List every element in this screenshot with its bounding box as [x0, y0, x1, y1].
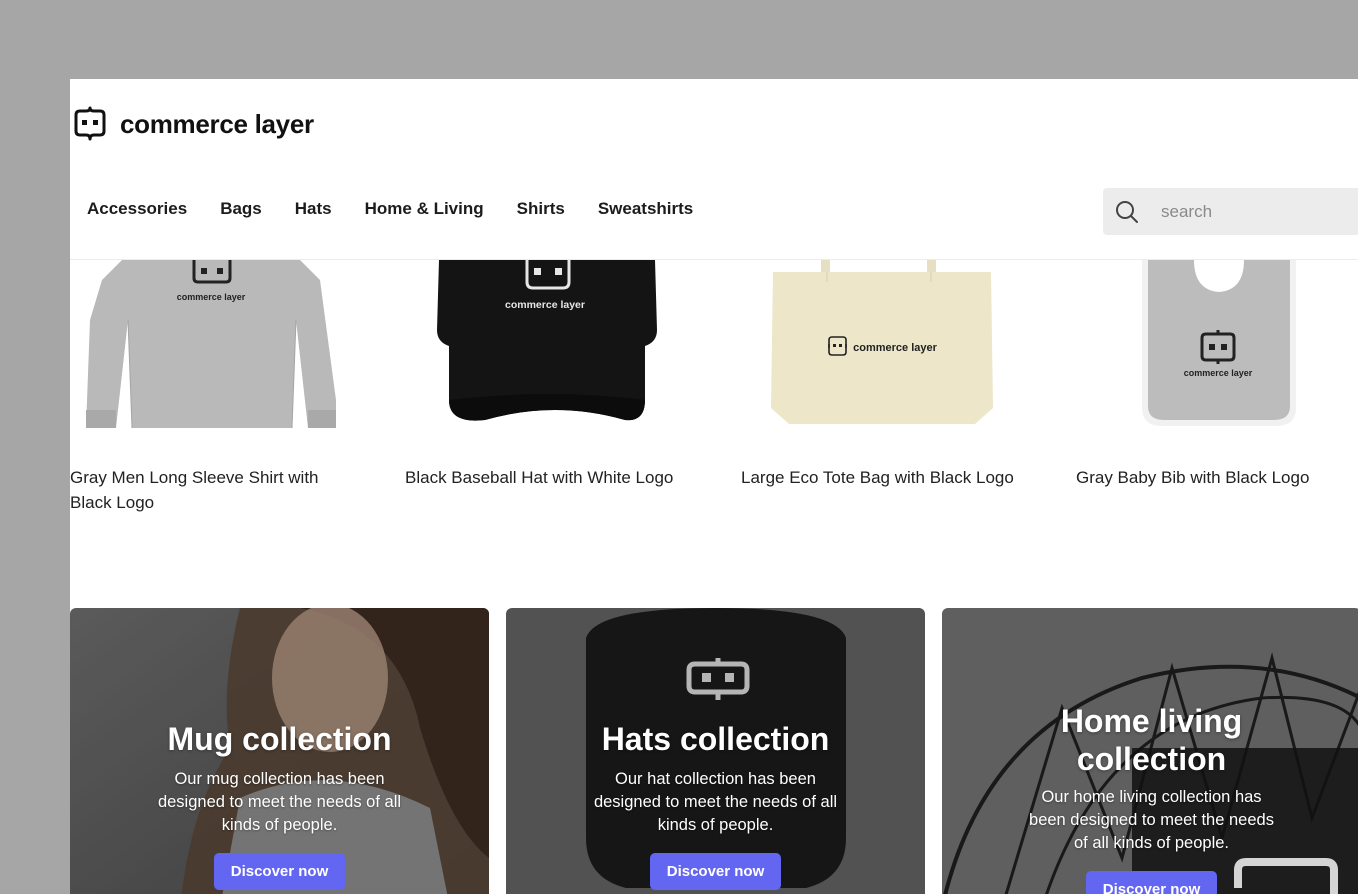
baby-bib-image: commerce layer: [1142, 260, 1296, 426]
product-image-shirt[interactable]: commerce layer: [70, 260, 370, 430]
svg-text:commerce layer: commerce layer: [177, 292, 246, 302]
discover-now-button[interactable]: Discover now: [649, 853, 782, 890]
collection-title: Mug collection: [167, 721, 392, 757]
tote-bag-image: commerce layer: [771, 260, 993, 424]
collection-description: Our hat collection has been designed to …: [593, 770, 838, 834]
brand[interactable]: commerce layer: [72, 106, 314, 142]
product-card[interactable]: commerce layer Gray Baby Bib with Black …: [1076, 260, 1358, 487]
product-image-tote[interactable]: commerce layer: [741, 260, 1041, 430]
discover-now-button[interactable]: Discover now: [1085, 871, 1218, 894]
category-nav: Accessories Bags Hats Home & Living Shir…: [87, 199, 693, 219]
collection-content: Hats collection Our hat collection has b…: [506, 720, 925, 890]
nav-item-accessories[interactable]: Accessories: [87, 199, 187, 219]
collection-description: Our home living collection has been desi…: [1029, 788, 1274, 852]
nav-item-bags[interactable]: Bags: [220, 199, 262, 219]
product-name[interactable]: Gray Baby Bib with Black Logo: [1076, 465, 1358, 490]
search-icon: [1116, 200, 1138, 223]
discover-now-button[interactable]: Discover now: [213, 853, 346, 890]
collection-title: Hats collection: [601, 721, 830, 757]
product-card[interactable]: commerce layer Black Baseball Hat with W…: [405, 260, 705, 487]
product-grid: commerce layer Gray Men Long Sleeve Shir…: [70, 260, 1358, 520]
search-box[interactable]: [1103, 188, 1358, 235]
nav-item-hats[interactable]: Hats: [295, 199, 332, 219]
product-image-bib[interactable]: commerce layer: [1076, 260, 1358, 430]
nav-item-home-living[interactable]: Home & Living: [365, 199, 484, 219]
commerce-layer-logo-icon: [74, 106, 106, 141]
collection-title: Home living collection: [1060, 703, 1243, 777]
brand-name: commerce layer: [120, 108, 314, 139]
product-name[interactable]: Gray Men Long Sleeve Shirt with Black Lo…: [70, 465, 360, 515]
nav-item-sweatshirts[interactable]: Sweatshirts: [598, 199, 693, 219]
product-card[interactable]: commerce layer Gray Men Long Sleeve Shir…: [70, 260, 370, 512]
collection-content: Home living collection Our home living c…: [942, 702, 1358, 894]
svg-text:commerce layer: commerce layer: [1184, 368, 1253, 378]
collection-content: Mug collection Our mug collection has be…: [70, 720, 489, 890]
product-card[interactable]: commerce layer Large Eco Tote Bag with B…: [741, 260, 1041, 487]
nav-item-shirts[interactable]: Shirts: [517, 199, 565, 219]
search-input[interactable]: [1161, 201, 1341, 222]
product-name[interactable]: Black Baseball Hat with White Logo: [405, 465, 695, 490]
collection-description: Our mug collection has been designed to …: [157, 770, 402, 834]
collection-card-mug[interactable]: Mug collection Our mug collection has be…: [70, 608, 489, 894]
baseball-hat-image: commerce layer: [437, 260, 657, 421]
collection-card-home-living[interactable]: Home living collection Our home living c…: [942, 608, 1358, 894]
svg-text:commerce layer: commerce layer: [853, 342, 937, 354]
product-image-hat[interactable]: commerce layer: [405, 260, 705, 430]
long-sleeve-shirt-image: commerce layer: [86, 260, 336, 429]
store-page: commerce layer Accessories Bags Hats Hom…: [70, 79, 1358, 894]
svg-text:commerce layer: commerce layer: [505, 299, 585, 311]
collection-card-hats[interactable]: Hats collection Our hat collection has b…: [506, 608, 925, 894]
product-name[interactable]: Large Eco Tote Bag with Black Logo: [741, 465, 1031, 490]
